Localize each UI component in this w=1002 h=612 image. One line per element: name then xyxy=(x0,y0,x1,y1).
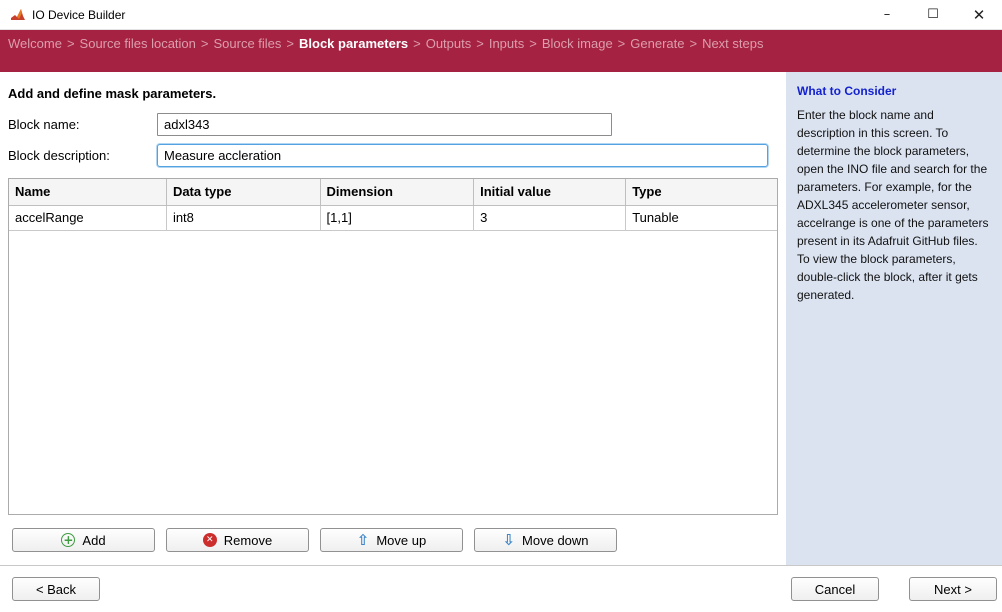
breadcrumb-separator: > xyxy=(471,36,489,51)
breadcrumb-item-next-steps[interactable]: Next steps xyxy=(702,36,763,51)
breadcrumb-separator: > xyxy=(408,36,426,51)
column-header-data-type: Data type xyxy=(166,179,320,205)
remove-button-label: Remove xyxy=(224,533,272,548)
breadcrumb-item-inputs[interactable]: Inputs xyxy=(489,36,524,51)
help-sidebar: What to Consider Enter the block name an… xyxy=(786,72,1002,565)
breadcrumb-item-welcome[interactable]: Welcome xyxy=(8,36,62,51)
breadcrumb-separator: > xyxy=(196,36,214,51)
window-titlebar: IO Device Builder – ☐ ✕ xyxy=(0,0,1002,30)
remove-icon: ✕ xyxy=(203,533,217,547)
breadcrumb: Welcome>Source files location>Source fil… xyxy=(0,30,1002,72)
add-button-label: Add xyxy=(82,533,105,548)
parameters-table: Name Data type Dimension Initial value T… xyxy=(8,178,778,515)
breadcrumb-item-block-parameters[interactable]: Block parameters xyxy=(299,36,408,51)
column-header-type: Type xyxy=(626,179,777,205)
breadcrumb-item-source-files[interactable]: Source files xyxy=(213,36,281,51)
minimize-button[interactable]: – xyxy=(864,0,910,29)
breadcrumb-item-block-image[interactable]: Block image xyxy=(542,36,613,51)
cell-type[interactable]: Tunable xyxy=(626,205,777,230)
breadcrumb-separator: > xyxy=(613,36,631,51)
move-down-button[interactable]: ⇩ Move down xyxy=(474,528,617,552)
cell-dimension[interactable]: [1,1] xyxy=(320,205,474,230)
window-title: IO Device Builder xyxy=(32,8,864,22)
page-heading: Add and define mask parameters. xyxy=(8,86,786,101)
close-button[interactable]: ✕ xyxy=(956,0,1002,29)
next-button[interactable]: Next > xyxy=(909,577,997,601)
sidebar-body: Enter the block name and description in … xyxy=(797,106,991,304)
breadcrumb-separator: > xyxy=(281,36,299,51)
breadcrumb-separator: > xyxy=(684,36,702,51)
move-down-button-label: Move down xyxy=(522,533,588,548)
add-button[interactable]: + Add xyxy=(12,528,155,552)
add-icon: + xyxy=(61,533,75,547)
maximize-button[interactable]: ☐ xyxy=(910,0,956,29)
sidebar-title: What to Consider xyxy=(797,82,991,100)
main-content: Add and define mask parameters. Block na… xyxy=(0,72,786,565)
breadcrumb-item-source-files-location[interactable]: Source files location xyxy=(80,36,196,51)
app-icon xyxy=(10,7,26,23)
cell-data-type[interactable]: int8 xyxy=(166,205,320,230)
move-up-button-label: Move up xyxy=(376,533,426,548)
column-header-dimension: Dimension xyxy=(320,179,474,205)
cell-name[interactable]: accelRange xyxy=(9,205,166,230)
move-up-icon: ⇧ xyxy=(357,531,370,549)
breadcrumb-item-generate[interactable]: Generate xyxy=(630,36,684,51)
breadcrumb-separator: > xyxy=(524,36,542,51)
back-button[interactable]: < Back xyxy=(12,577,100,601)
table-header-row: Name Data type Dimension Initial value T… xyxy=(9,179,777,205)
block-description-input[interactable] xyxy=(157,144,768,167)
breadcrumb-item-outputs[interactable]: Outputs xyxy=(426,36,472,51)
remove-button[interactable]: ✕ Remove xyxy=(166,528,309,552)
move-up-button[interactable]: ⇧ Move up xyxy=(320,528,463,552)
breadcrumb-separator: > xyxy=(62,36,80,51)
column-header-initial-value: Initial value xyxy=(474,179,626,205)
block-description-label: Block description: xyxy=(0,148,157,163)
cancel-button[interactable]: Cancel xyxy=(791,577,879,601)
table-row[interactable]: accelRange int8 [1,1] 3 Tunable xyxy=(9,205,777,230)
footer: < Back Cancel Next > xyxy=(0,565,1002,612)
block-name-input[interactable] xyxy=(157,113,612,136)
block-name-label: Block name: xyxy=(0,117,157,132)
cell-initial-value[interactable]: 3 xyxy=(474,205,626,230)
column-header-name: Name xyxy=(9,179,166,205)
move-down-icon: ⇩ xyxy=(502,531,515,549)
